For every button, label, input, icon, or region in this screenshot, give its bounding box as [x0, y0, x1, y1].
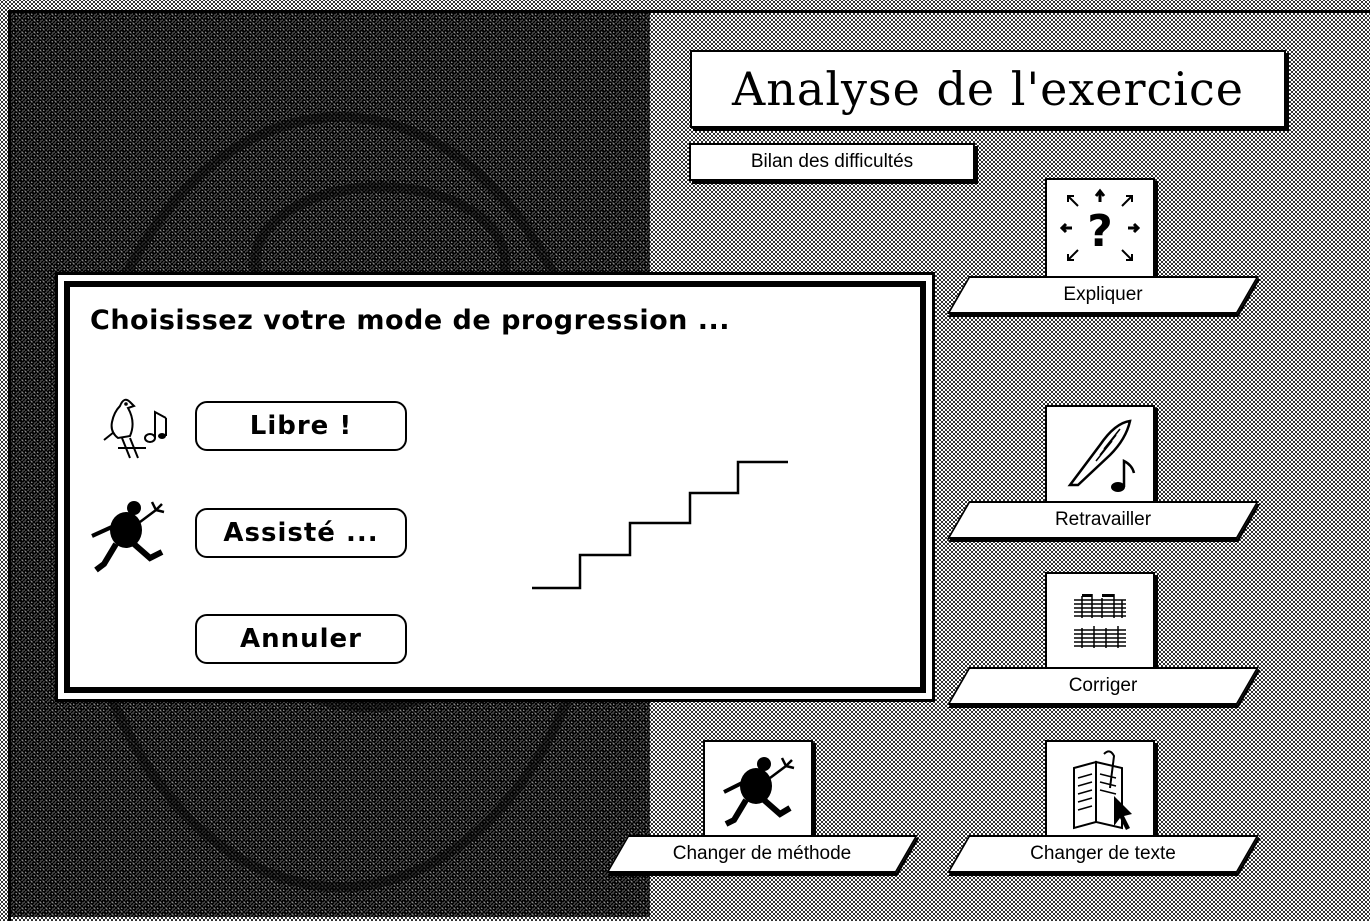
running-man-icon [723, 757, 795, 827]
rework-icon-tile[interactable] [1045, 405, 1155, 505]
change-method-label: Changer de méthode [672, 843, 852, 864]
bird-note-icon [100, 392, 176, 466]
change-text-button[interactable]: Changer de texte [947, 835, 1259, 873]
explain-label: Expliquer [1063, 284, 1143, 305]
rework-button[interactable]: Retravailler [947, 501, 1259, 539]
quill-note-icon [1067, 419, 1136, 492]
explain-icon-tile[interactable]: ? [1045, 178, 1155, 278]
progression-dialog [55, 272, 935, 702]
change-text-label: Changer de texte [1030, 843, 1176, 864]
change-method-button[interactable]: Changer de méthode [606, 835, 918, 873]
question-arrows-icon: ? [1060, 188, 1140, 261]
bilan-button[interactable]: Bilan des difficultés [689, 143, 975, 181]
staircase-icon [532, 460, 788, 590]
free-mode-button[interactable]: Libre ! [195, 401, 407, 451]
change-method-icon-tile[interactable] [703, 740, 813, 840]
correct-button[interactable]: Corriger [947, 667, 1259, 705]
explain-button[interactable]: Expliquer [947, 276, 1259, 314]
page-title: Analyse de l'exercice [690, 50, 1286, 128]
dialog-title: Choisissez votre mode de progression ... [90, 305, 731, 336]
rework-label: Retravailler [1054, 509, 1152, 530]
assisted-mode-button[interactable]: Assisté ... [195, 508, 407, 558]
change-text-icon-tile[interactable] [1045, 740, 1155, 840]
running-man-icon [86, 492, 170, 580]
correct-label: Corriger [1068, 675, 1138, 696]
cancel-button[interactable]: Annuler [195, 614, 407, 664]
svg-text:?: ? [1087, 206, 1113, 257]
correct-icon-tile[interactable] [1045, 572, 1155, 672]
book-cursor-icon [1073, 750, 1132, 830]
music-score-icon [1074, 594, 1126, 648]
